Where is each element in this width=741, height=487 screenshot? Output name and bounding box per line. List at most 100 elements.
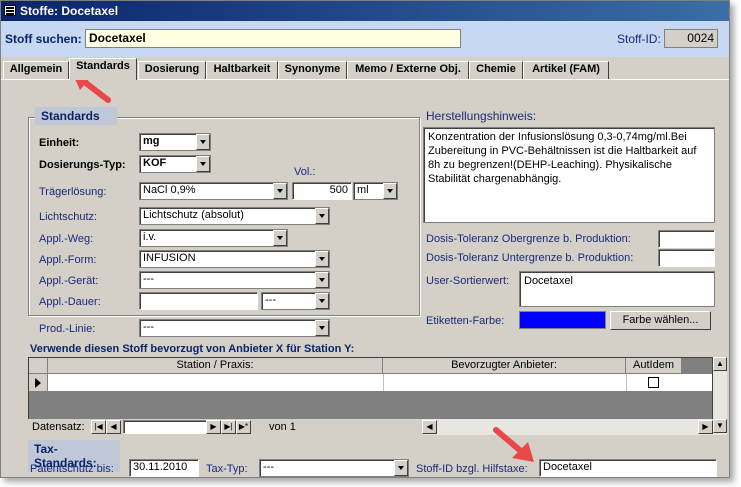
- einheit-select[interactable]: mg: [139, 133, 211, 151]
- chevron-down-icon[interactable]: [394, 460, 408, 476]
- einheit-value: mg: [143, 135, 160, 147]
- col-divider: [626, 374, 627, 391]
- prodlinie-value: ---: [143, 321, 154, 333]
- appldauer-input[interactable]: [139, 292, 258, 310]
- table-row[interactable]: [29, 374, 712, 391]
- scroll-down-icon[interactable]: ▼: [713, 419, 727, 433]
- etikett-label: Etiketten-Farbe:: [426, 315, 505, 327]
- einheit-label: Einheit:: [39, 137, 80, 149]
- applgeraet-value: ---: [143, 273, 154, 285]
- patent-input[interactable]: 30.11.2010: [129, 459, 199, 477]
- last-record-icon[interactable]: ▶|: [221, 420, 236, 434]
- dosierungstyp-select[interactable]: KOF: [139, 155, 211, 173]
- dosis-ober-input[interactable]: [658, 230, 715, 248]
- col-divider: [383, 374, 384, 391]
- chevron-down-icon[interactable]: [315, 208, 329, 224]
- stoffid-hilfstaxe-input[interactable]: Docetaxel: [539, 459, 717, 477]
- applform-value: INFUSION: [143, 252, 196, 264]
- tab-chemie[interactable]: Chemie: [469, 61, 523, 79]
- vol-unit-select[interactable]: ml: [353, 182, 398, 200]
- taxtyp-select[interactable]: ---: [259, 459, 409, 477]
- grid-corner: [29, 358, 48, 374]
- tab-haltbarkeit[interactable]: Haltbarkeit: [206, 61, 278, 79]
- chevron-down-icon[interactable]: [196, 134, 210, 150]
- first-record-icon[interactable]: |◀: [91, 420, 106, 434]
- annotation-arrow-icon: [493, 427, 534, 462]
- dosis-ober-label: Dosis-Toleranz Obergrenze b. Produktion:: [426, 233, 631, 245]
- record-navigator: Datensatz: |◀ ◀ 1 ▶ ▶| ▶* von 1: [28, 419, 422, 435]
- tab-artikel[interactable]: Artikel (FAM): [523, 61, 609, 79]
- current-record-icon: [35, 378, 41, 388]
- dosierungstyp-value: KOF: [143, 157, 167, 169]
- dosis-unter-input[interactable]: [658, 249, 715, 267]
- stoff-id-value: 0024: [664, 29, 718, 48]
- chevron-down-icon[interactable]: [315, 293, 329, 309]
- tab-standards[interactable]: Standards: [69, 58, 137, 80]
- sortier-input[interactable]: Docetaxel: [519, 271, 715, 307]
- appldauer-unit-value: ---: [265, 294, 276, 306]
- hinweis-textarea[interactable]: Konzentration der Infusionslösung 0,3-0,…: [423, 127, 715, 223]
- col-autidem: AutIdem: [626, 358, 682, 374]
- prev-record-icon[interactable]: ◀: [106, 420, 121, 434]
- col-anbieter: Bevorzugter Anbieter:: [383, 358, 626, 374]
- applform-select[interactable]: INFUSION: [139, 250, 330, 268]
- appldauer-label: Appl.-Dauer:: [39, 296, 101, 308]
- row-selector[interactable]: [29, 374, 48, 391]
- applweg-select[interactable]: i.v.: [139, 229, 288, 247]
- datensatz-label: Datensatz:: [32, 421, 85, 433]
- traeger-value: NaCl 0,9%: [143, 184, 196, 196]
- title-bar: Stoffe: Docetaxel: [1, 1, 729, 21]
- etikett-color-swatch: [519, 311, 606, 329]
- scroll-left-icon[interactable]: ◀: [422, 420, 437, 434]
- chevron-down-icon[interactable]: [315, 251, 329, 267]
- vol-label: Vol.:: [294, 166, 316, 178]
- prodlinie-select[interactable]: ---: [139, 319, 330, 337]
- tab-memo[interactable]: Memo / Externe Obj.: [347, 61, 469, 79]
- standards-heading: Standards: [35, 107, 117, 125]
- stoff-id-label: Stoff-ID:: [617, 32, 661, 46]
- tab-allgemein[interactable]: Allgemein: [3, 61, 69, 79]
- chevron-down-icon[interactable]: [196, 156, 210, 172]
- new-record-icon[interactable]: ▶*: [236, 420, 251, 434]
- sortier-label: User-Sortierwert:: [426, 275, 510, 287]
- applweg-label: Appl.-Weg:: [39, 233, 94, 245]
- autidem-checkbox[interactable]: [648, 377, 659, 388]
- next-record-icon[interactable]: ▶: [206, 420, 221, 434]
- vol-unit-value: ml: [357, 184, 369, 196]
- chevron-down-icon[interactable]: [273, 183, 287, 199]
- traeger-label: Trägerlösung:: [39, 186, 107, 198]
- window-title: Stoffe: Docetaxel: [20, 4, 119, 18]
- lichtschutz-label: Lichtschutz:: [39, 211, 98, 223]
- chevron-down-icon[interactable]: [273, 230, 287, 246]
- lichtschutz-value: Lichtschutz (absolut): [143, 209, 244, 221]
- stoffid-hilfstaxe-label: Stoff-ID bzgl. Hilfstaxe:: [416, 463, 528, 475]
- farbe-waehlen-button[interactable]: Farbe wählen...: [610, 311, 711, 330]
- traeger-select[interactable]: NaCl 0,9%: [139, 182, 288, 200]
- scroll-right-icon[interactable]: ▶: [698, 420, 713, 434]
- chevron-down-icon[interactable]: [383, 183, 397, 199]
- taxtyp-value: ---: [263, 461, 274, 473]
- tab-bar: Allgemein Standards Dosierung Haltbarkei…: [1, 58, 729, 80]
- tab-synonyme[interactable]: Synonyme: [278, 61, 347, 79]
- patent-label: Patentschutz bis:: [30, 463, 114, 475]
- applgeraet-select[interactable]: ---: [139, 271, 330, 289]
- applgeraet-label: Appl.-Gerät:: [39, 275, 99, 287]
- lichtschutz-select[interactable]: Lichtschutz (absolut): [139, 207, 330, 225]
- vol-input[interactable]: 500: [292, 182, 352, 200]
- hinweis-label: Herstellungshinweis:: [426, 109, 537, 123]
- appldauer-unit-select[interactable]: ---: [261, 292, 330, 310]
- dosierungstyp-label: Dosierungs-Typ:: [39, 159, 126, 171]
- search-label: Stoff suchen:: [5, 32, 82, 46]
- grid-hscroll[interactable]: ◀ ▶: [422, 419, 713, 435]
- dosis-unter-label: Dosis-Toleranz Untergrenze b. Produktion…: [426, 252, 634, 264]
- search-input[interactable]: Docetaxel: [85, 29, 461, 48]
- anbieter-heading: Verwende diesen Stoff bevorzugt von Anbi…: [30, 343, 355, 355]
- chevron-down-icon[interactable]: [315, 272, 329, 288]
- chevron-down-icon[interactable]: [315, 320, 329, 336]
- taxtyp-label: Tax-Typ:: [206, 463, 248, 475]
- app-window: Stoffe: Docetaxel Stoff suchen: Docetaxe…: [0, 0, 730, 478]
- grid-vscroll[interactable]: ▲ ▼: [713, 357, 727, 435]
- scroll-up-icon[interactable]: ▲: [713, 357, 727, 371]
- search-header: Stoff suchen: Docetaxel Stoff-ID: 0024: [1, 21, 729, 57]
- tab-dosierung[interactable]: Dosierung: [138, 61, 206, 79]
